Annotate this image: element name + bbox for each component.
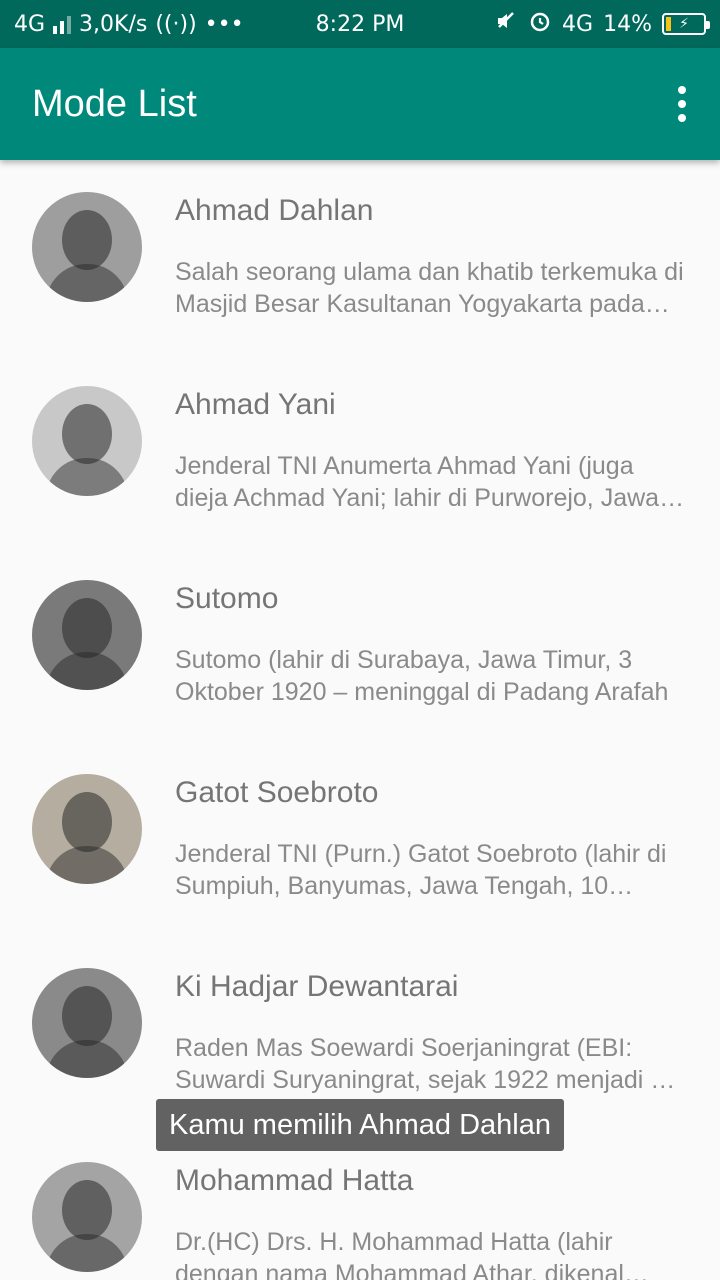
avatar	[32, 774, 142, 884]
list-item[interactable]: Ahmad Yani Jenderal TNI Anumerta Ahmad Ya…	[0, 354, 720, 548]
hero-description: Salah seorang ulama dan khatib terkemuka…	[175, 258, 684, 318]
hero-name: Sutomo	[175, 582, 279, 615]
overflow-menu-icon[interactable]	[672, 86, 692, 122]
avatar	[32, 968, 142, 1078]
avatar	[32, 386, 142, 496]
hero-name: Ahmad Dahlan	[175, 194, 374, 227]
list-item[interactable]: Gatot Soebroto Jenderal TNI (Purn.) Gatot…	[0, 742, 720, 936]
charging-bolt-icon: ⚡	[679, 16, 689, 32]
clock: 8:22 PM	[315, 11, 405, 37]
avatar	[32, 1162, 142, 1272]
list-item[interactable]: Ahmad Dahlan Salah seorang ulama dan khat…	[0, 160, 720, 354]
hero-description: Raden Mas Soewardi Soerjaningrat (EBI: S…	[175, 1034, 673, 1094]
network-type-label-right: 4G	[562, 11, 594, 37]
battery-icon: ⚡	[662, 13, 710, 35]
wifi-hotspot-icon: ((·))	[155, 11, 197, 37]
list-item[interactable]: Mohammad Hatta Dr.(HC) Drs. H. Mohammad H…	[0, 1130, 720, 1280]
hero-name: Ahmad Yani	[175, 388, 336, 421]
network-type-label: 4G	[14, 11, 46, 37]
alarm-icon	[528, 9, 552, 39]
signal-icon	[53, 14, 72, 34]
page-title: Mode List	[32, 83, 197, 125]
hero-name: Ki Hadjar Dewantarai	[175, 970, 459, 1003]
app-bar: Mode List	[0, 48, 720, 160]
status-left: 4G 3,0K/s ((·)) •••	[14, 0, 244, 48]
status-bar: 4G 3,0K/s ((·)) ••• 8:22 PM 4G 14% ⚡	[0, 0, 720, 48]
network-speed: 3,0K/s	[79, 11, 148, 37]
hero-description: Dr.(HC) Drs. H. Mohammad Hatta (lahir de…	[175, 1228, 624, 1280]
avatar	[32, 580, 142, 690]
avatar	[32, 192, 142, 302]
more-notifications-icon: •••	[204, 11, 244, 37]
hero-description: Jenderal TNI (Purn.) Gatot Soebroto (lah…	[175, 840, 667, 900]
toast-message: Kamu memilih Ahmad Dahlan	[156, 1099, 564, 1151]
mute-icon	[494, 9, 518, 39]
hero-name: Gatot Soebroto	[175, 776, 379, 809]
hero-name: Mohammad Hatta	[175, 1164, 414, 1197]
battery-percent: 14%	[603, 11, 652, 37]
status-right: 4G 14% ⚡	[494, 0, 710, 48]
list-item[interactable]: Sutomo Sutomo (lahir di Surabaya, Jawa Ti…	[0, 548, 720, 742]
hero-description: Jenderal TNI Anumerta Ahmad Yani (juga d…	[175, 452, 660, 512]
hero-description: Sutomo (lahir di Surabaya, Jawa Timur, 3…	[175, 646, 669, 706]
